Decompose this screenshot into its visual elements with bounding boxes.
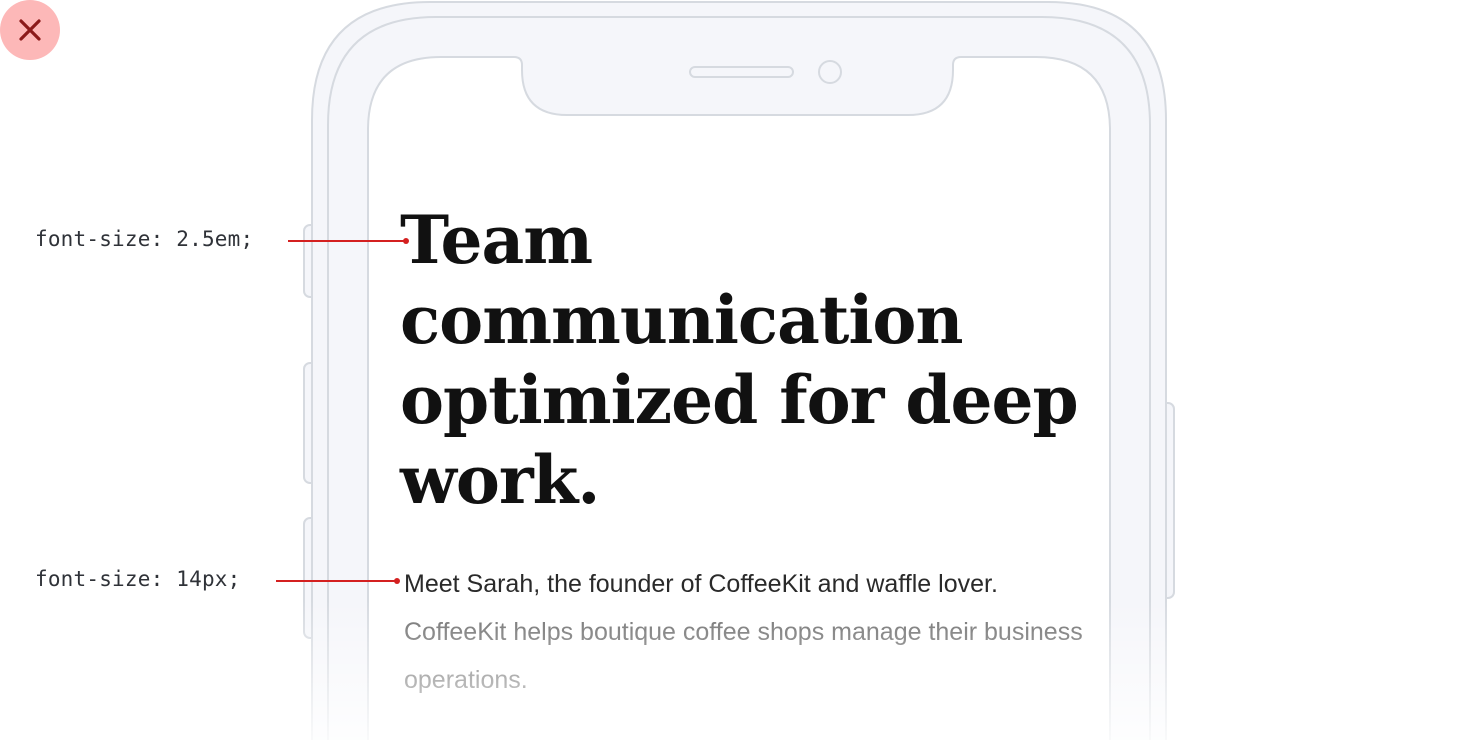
stage: font-size: 2.5em; font-size: 14px; Team … bbox=[0, 0, 1480, 740]
phone-speaker bbox=[689, 66, 794, 78]
body-paragraph: Meet Sarah, the founder of CoffeeKit and… bbox=[404, 560, 1094, 704]
close-button[interactable] bbox=[0, 0, 60, 60]
close-icon bbox=[19, 19, 41, 41]
headline: Team communication optimized for deep wo… bbox=[400, 201, 1079, 519]
annotation-heading-font-size: font-size: 2.5em; bbox=[35, 227, 254, 251]
annotation-body-font-size: font-size: 14px; bbox=[35, 567, 241, 591]
body-intro: Meet Sarah, the founder of CoffeeKit and… bbox=[404, 570, 998, 598]
annotation-dot-body bbox=[394, 578, 400, 584]
body-description: CoffeeKit helps boutique coffee shops ma… bbox=[404, 618, 1083, 694]
phone-camera bbox=[818, 60, 842, 84]
